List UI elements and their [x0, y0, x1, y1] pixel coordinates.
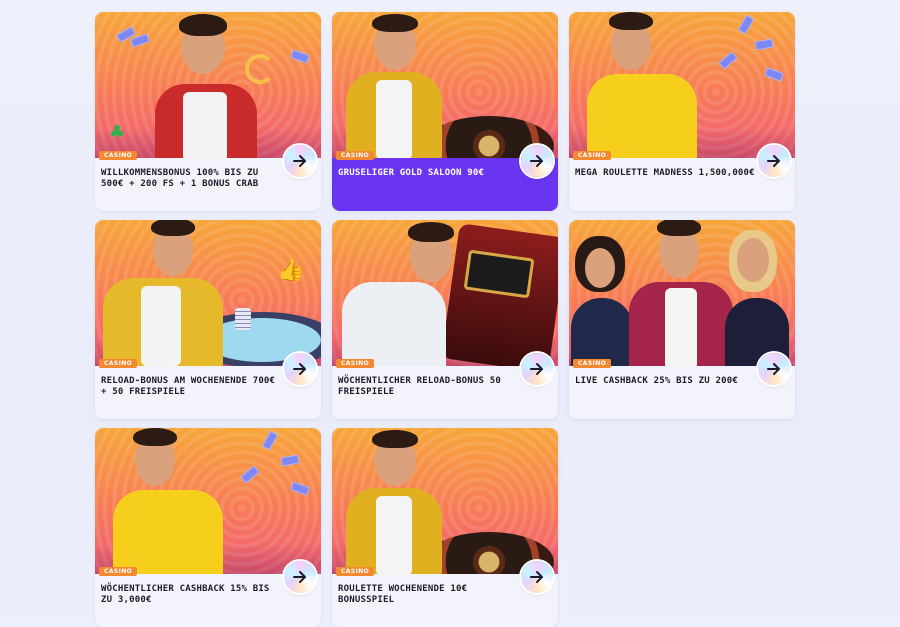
money-bill-icon: [290, 49, 310, 64]
promo-card-weekend-reload[interactable]: 👍 CASINO RELOAD-BONUS AM WOCHENENDE 700€…: [95, 220, 321, 419]
character-figure: [342, 282, 446, 366]
open-promo-button[interactable]: [758, 145, 790, 177]
promo-title: ROULETTE WOCHENENDE 10€ BONUSSPIEL: [338, 584, 468, 605]
promotions-grid: ♣ CASINO WILLKOMMENSBONUS 100% BIS ZU 50…: [95, 12, 795, 627]
promo-card-mega-roulette[interactable]: CASINO MEGA ROULETTE MADNESS 1,500,000€: [569, 12, 795, 211]
promo-card-welcome-bonus[interactable]: ♣ CASINO WILLKOMMENSBONUS 100% BIS ZU 50…: [95, 12, 321, 211]
chip-stack-icon: [235, 308, 251, 330]
promo-title: RELOAD-BONUS AM WOCHENENDE 700€ + 50 FRE…: [101, 376, 276, 397]
promo-title: GRUSELIGER GOLD SALOON 90€: [338, 168, 485, 178]
clover-icon: ♣: [109, 122, 126, 143]
open-promo-button[interactable]: [521, 353, 553, 385]
promo-card-live-cashback[interactable]: CASINO LIVE CASHBACK 25% BIS ZU 200€: [569, 220, 795, 419]
promo-card-weekly-reload[interactable]: CASINO WÖCHENTLICHER RELOAD-BONUS 50 FRE…: [332, 220, 558, 419]
money-bill-icon: [754, 38, 774, 51]
money-bill-icon: [261, 430, 279, 451]
category-badge: CASINO: [573, 359, 612, 368]
open-promo-button[interactable]: [758, 353, 790, 385]
category-badge: CASINO: [336, 151, 375, 160]
money-bill-icon: [737, 14, 755, 35]
category-badge: CASINO: [336, 567, 375, 576]
promo-title: WILLKOMMENSBONUS 100% BIS ZU 500€ + 200 …: [101, 168, 259, 189]
arrow-right-icon: [530, 363, 543, 375]
thumbs-up-icon: 👍: [277, 258, 305, 283]
character-figure: [113, 490, 223, 574]
arrow-right-icon: [767, 363, 780, 375]
slot-machine-icon: [441, 223, 558, 366]
promo-image: [95, 428, 321, 574]
arrow-right-icon: [293, 571, 306, 583]
open-promo-button[interactable]: [521, 561, 553, 593]
money-bill-icon: [290, 481, 310, 496]
promo-image: [332, 220, 558, 366]
promo-title: LIVE CASHBACK 25% BIS ZU 200€: [575, 376, 738, 386]
arrow-right-icon: [767, 155, 780, 167]
promo-card-weekly-cashback[interactable]: CASINO WÖCHENTLICHER CASHBACK 15% BIS ZU…: [95, 428, 321, 627]
open-promo-button[interactable]: [521, 145, 553, 177]
open-promo-button[interactable]: [284, 353, 316, 385]
promo-image: [569, 12, 795, 158]
open-promo-button[interactable]: [284, 561, 316, 593]
money-bill-icon: [718, 51, 738, 70]
promo-title: WÖCHENTLICHER CASHBACK 15% BIS ZU 3,000€: [101, 584, 270, 605]
money-bill-icon: [764, 67, 784, 82]
money-bill-icon: [240, 465, 260, 484]
promo-image: [332, 12, 558, 158]
promo-image: ♣: [95, 12, 321, 158]
euro-coin-icon: [245, 54, 275, 84]
character-figure: [587, 74, 697, 158]
character-figure: [571, 298, 633, 366]
arrow-right-icon: [293, 363, 306, 375]
money-bill-icon: [280, 454, 300, 467]
promo-image: [332, 428, 558, 574]
arrow-right-icon: [530, 571, 543, 583]
open-promo-button[interactable]: [284, 145, 316, 177]
category-badge: CASINO: [336, 359, 375, 368]
promo-title: WÖCHENTLICHER RELOAD-BONUS 50 FREISPIELE: [338, 376, 501, 397]
category-badge: CASINO: [99, 567, 138, 576]
promo-image: [569, 220, 795, 366]
promo-image: 👍: [95, 220, 321, 366]
arrow-right-icon: [293, 155, 306, 167]
promo-title: MEGA ROULETTE MADNESS 1,500,000€: [575, 168, 755, 178]
category-badge: CASINO: [99, 151, 138, 160]
category-badge: CASINO: [573, 151, 612, 160]
arrow-right-icon: [530, 155, 543, 167]
promo-card-roulette-weekend[interactable]: CASINO ROULETTE WOCHENENDE 10€ BONUSSPIE…: [332, 428, 558, 627]
category-badge: CASINO: [99, 359, 138, 368]
promo-card-gold-saloon[interactable]: CASINO GRUSELIGER GOLD SALOON 90€: [332, 12, 558, 211]
